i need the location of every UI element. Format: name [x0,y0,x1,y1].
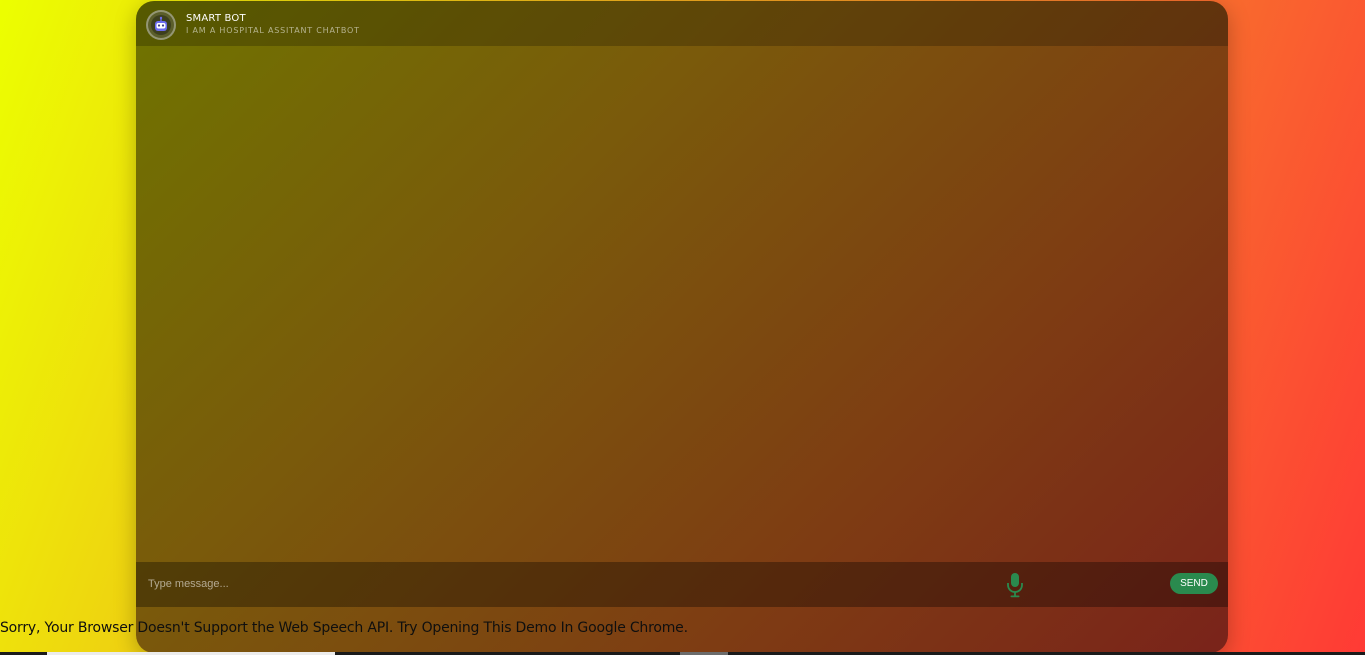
robot-icon [151,15,171,35]
avatar [146,10,176,40]
chat-header: SMART BOT I AM A HOSPITAL ASSITANT CHATB… [136,1,1228,46]
message-input[interactable] [136,570,980,598]
bot-title: SMART BOT [186,13,246,24]
bot-subtitle: I AM A HOSPITAL ASSITANT CHATBOT [186,26,360,35]
chat-window: SMART BOT I AM A HOSPITAL ASSITANT CHATB… [136,1,1228,653]
microphone-button[interactable] [1005,571,1025,599]
speech-api-error-message: Sorry, Your Browser Doesn't Support the … [0,620,688,636]
message-list[interactable] [136,46,1228,562]
microphone-icon [1007,573,1023,598]
message-composer: SEND [136,562,1228,607]
send-button[interactable]: SEND [1170,573,1218,594]
